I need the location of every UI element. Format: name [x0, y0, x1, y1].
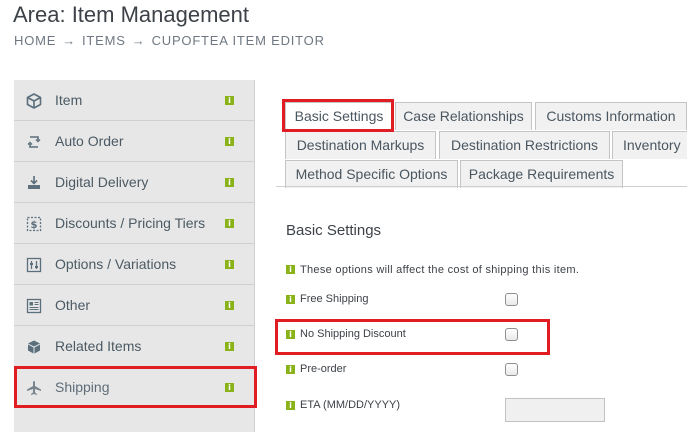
no-shipping-discount-label: No Shipping Discount	[300, 328, 406, 340]
sidebar-item-label: Related Items	[55, 338, 142, 354]
sidebar-item-shipping[interactable]: Shipping i	[14, 367, 255, 408]
info-icon[interactable]: i	[225, 137, 234, 146]
free-shipping-row: i Free Shipping	[286, 292, 526, 308]
sliders-icon	[24, 255, 44, 275]
info-icon[interactable]: i	[225, 219, 234, 228]
dollar-icon: $	[24, 214, 44, 234]
free-shipping-label: Free Shipping	[300, 293, 369, 305]
sidebar-item-label: Discounts / Pricing Tiers	[55, 215, 206, 231]
repeat-icon	[24, 132, 44, 152]
tab-basic-settings[interactable]: Basic Settings	[285, 102, 393, 130]
info-icon[interactable]: i	[286, 330, 295, 339]
sidebar-item-auto-order[interactable]: Auto Order i	[14, 121, 255, 162]
sidebar-item-item[interactable]: Item i	[14, 80, 255, 121]
breadcrumb: HOME → ITEMS → CUPOFTEA ITEM EDITOR	[14, 33, 325, 48]
eta-row: i ETA (MM/DD/YYYY)	[286, 398, 526, 414]
tab-destination-markups[interactable]: Destination Markups	[285, 131, 436, 159]
breadcrumb-separator: →	[62, 33, 77, 48]
sidebar-item-label: Item	[55, 92, 83, 108]
sidebar-item-label: Other	[55, 297, 91, 313]
info-icon[interactable]: i	[286, 295, 295, 304]
info-icon[interactable]: i	[286, 401, 295, 410]
pre-order-label: Pre-order	[300, 363, 347, 375]
pre-order-row: i Pre-order	[286, 362, 526, 378]
breadcrumb-home[interactable]: HOME	[14, 33, 56, 48]
no-shipping-discount-checkbox[interactable]	[505, 328, 518, 341]
pre-order-checkbox[interactable]	[505, 363, 518, 376]
list-icon	[24, 296, 44, 316]
cubes-icon	[24, 337, 44, 357]
cube-icon	[24, 91, 44, 111]
tab-inventory[interactable]: Inventory	[612, 131, 687, 159]
tab-package-requirements[interactable]: Package Requirements	[460, 160, 623, 188]
info-icon[interactable]: i	[286, 265, 295, 274]
info-icon[interactable]: i	[225, 301, 234, 310]
tab-customs-information[interactable]: Customs Information	[535, 102, 687, 130]
info-icon[interactable]: i	[225, 342, 234, 351]
breadcrumb-separator: →	[131, 33, 146, 48]
sidebar-item-label: Auto Order	[55, 133, 124, 149]
sidebar: Item i Auto Order i Digital Delivery i $…	[14, 80, 255, 432]
info-icon[interactable]: i	[225, 260, 234, 269]
tab-method-specific-options[interactable]: Method Specific Options	[285, 160, 458, 188]
free-shipping-checkbox[interactable]	[505, 293, 518, 306]
svg-text:$: $	[31, 220, 38, 231]
sidebar-item-label: Shipping	[55, 379, 110, 395]
sidebar-item-label: Options / Variations	[55, 256, 177, 272]
tabs-divider	[276, 186, 687, 187]
info-icon[interactable]: i	[286, 365, 295, 374]
sidebar-item-digital-delivery[interactable]: Digital Delivery i	[14, 162, 255, 203]
eta-date-input[interactable]	[505, 398, 605, 422]
breadcrumb-items[interactable]: ITEMS	[82, 33, 126, 48]
info-icon[interactable]: i	[225, 383, 234, 392]
tab-destination-restrictions[interactable]: Destination Restrictions	[439, 131, 610, 159]
note-text: These options will affect the cost of sh…	[300, 264, 580, 276]
section-title: Basic Settings	[286, 222, 382, 239]
no-shipping-discount-row: i No Shipping Discount	[286, 327, 526, 343]
breadcrumb-current: CUPOFTEA ITEM EDITOR	[151, 33, 325, 48]
plane-icon	[24, 378, 44, 398]
eta-label: ETA (MM/DD/YYYY)	[300, 399, 401, 411]
info-icon[interactable]: i	[225, 178, 234, 187]
download-icon	[24, 173, 44, 193]
sidebar-item-options-variations[interactable]: Options / Variations i	[14, 244, 255, 285]
sidebar-item-other[interactable]: Other i	[14, 285, 255, 326]
sidebar-item-discounts[interactable]: $ Discounts / Pricing Tiers i	[14, 203, 255, 244]
page-title: Area: Item Management	[13, 2, 250, 27]
sidebar-item-label: Digital Delivery	[55, 174, 149, 190]
sidebar-item-related-items[interactable]: Related Items i	[14, 326, 255, 367]
tab-case-relationships[interactable]: Case Relationships	[395, 102, 532, 130]
info-icon[interactable]: i	[225, 96, 234, 105]
